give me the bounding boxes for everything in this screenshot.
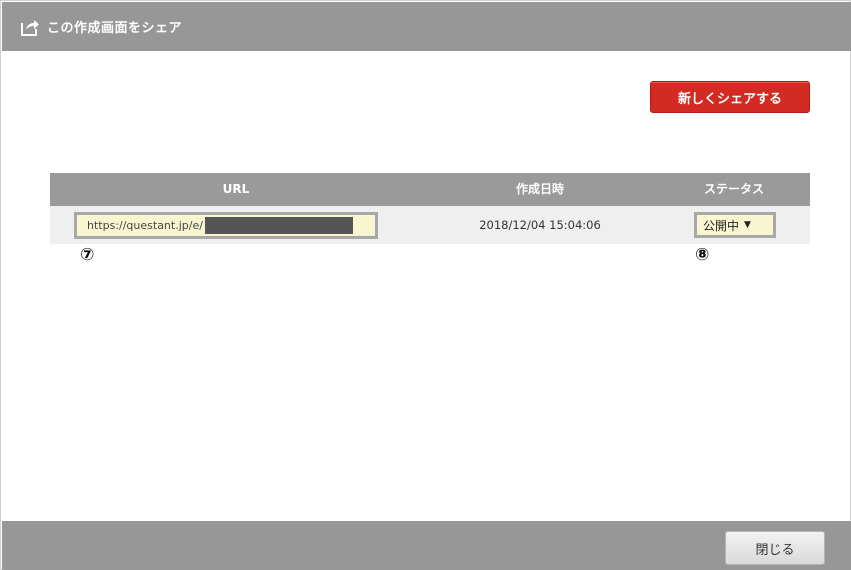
annotation-marker-8: ⑧ [695,245,710,265]
share-url-text: https://questant.jp/e/ [87,219,203,232]
redacted-url-mask [204,217,353,234]
share-table: URL 作成日時 ステータス https://questant.jp/e/ 20… [50,173,810,244]
table-row: https://questant.jp/e/ 2018/12/04 15:04:… [50,206,810,244]
dropdown-arrow-icon: ▼ [744,220,751,230]
created-at-cell: 2018/12/04 15:04:06 [479,218,601,232]
share-icon [20,17,40,37]
close-button[interactable]: 閉じる [725,531,825,565]
share-dialog: この作成画面をシェア 新しくシェアする URL 作成日時 ステータス https… [0,0,851,570]
annotation-marker-7: ⑦ [80,245,95,265]
column-header-created-at: 作成日時 [515,182,564,196]
table-header: URL 作成日時 ステータス [50,173,810,206]
new-share-button[interactable]: 新しくシェアする [650,81,810,113]
column-header-url: URL [222,182,250,196]
column-header-status: ステータス [703,182,764,196]
dialog-footer [2,521,851,570]
status-select[interactable]: 公開中 ▼ [694,212,776,238]
status-selected-value: 公開中 [703,218,740,233]
dialog-header: この作成画面をシェア [2,2,851,51]
share-url-field[interactable]: https://questant.jp/e/ [74,212,378,239]
dialog-title: この作成画面をシェア [47,21,183,36]
